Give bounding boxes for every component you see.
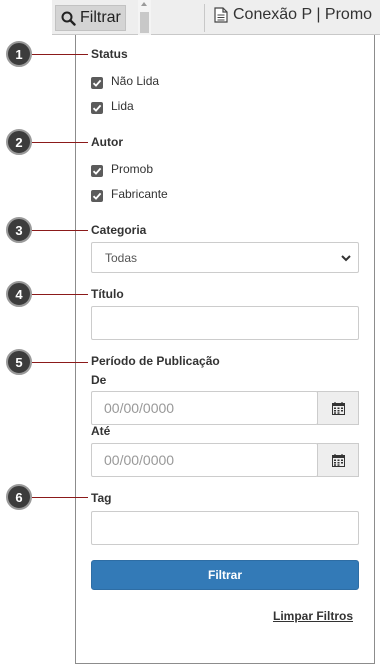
callout-6: 6 <box>6 484 32 510</box>
callout-4: 4 <box>6 281 32 307</box>
callout-5: 5 <box>6 349 32 375</box>
status-option-lida[interactable]: Lida <box>91 99 134 114</box>
checkbox-label: Não Lida <box>111 74 160 88</box>
document-icon <box>214 7 228 23</box>
scrollbar[interactable] <box>138 0 151 35</box>
callout-3: 3 <box>6 217 32 243</box>
checkbox[interactable] <box>91 165 103 177</box>
to-date-placeholder: 00/00/0000 <box>104 452 175 468</box>
checkbox-label: Promob <box>111 162 154 176</box>
callout-line <box>32 497 88 498</box>
scroll-up-arrow-icon[interactable] <box>141 2 147 6</box>
tab-divider <box>204 4 205 32</box>
top-toolbar: Filtrar Conexão P | Promo <box>52 0 380 35</box>
callout-number: 6 <box>6 484 32 510</box>
callout-number: 4 <box>6 281 32 307</box>
checkbox[interactable] <box>91 190 103 202</box>
category-label: Categoria <box>91 223 147 237</box>
checkbox-label: Lida <box>111 99 134 113</box>
author-option-fabricante[interactable]: Fabricante <box>91 187 168 202</box>
check-icon <box>92 104 102 112</box>
callout-line <box>32 294 88 295</box>
search-icon <box>61 11 76 26</box>
from-label: De <box>91 373 107 387</box>
callout-number: 3 <box>6 217 32 243</box>
filter-tab[interactable]: Filtrar <box>55 5 126 31</box>
period-label: Período de Publicação <box>91 354 220 368</box>
callout-number: 2 <box>6 129 32 155</box>
callout-line <box>32 54 88 55</box>
check-icon <box>92 79 102 87</box>
document-tab-label: Conexão P | Promo <box>233 6 373 23</box>
status-label: Status <box>91 47 128 61</box>
author-option-promob[interactable]: Promob <box>91 162 154 177</box>
callout-number: 1 <box>6 41 32 67</box>
callout-number: 5 <box>6 349 32 375</box>
check-icon <box>92 167 102 175</box>
to-date-input[interactable]: 00/00/0000 <box>91 443 318 477</box>
callout-line <box>32 142 88 143</box>
chevron-down-icon <box>341 255 351 262</box>
from-date-input[interactable]: 00/00/0000 <box>91 391 318 425</box>
filter-tab-label: Filtrar <box>80 9 121 26</box>
calendar-icon <box>331 401 345 415</box>
status-option-nao-lida[interactable]: Não Lida <box>91 74 160 89</box>
category-selected-value: Todas <box>105 250 138 265</box>
document-tab[interactable]: Conexão P | Promo <box>214 6 380 24</box>
checkbox[interactable] <box>91 102 103 114</box>
from-date-picker-button[interactable] <box>317 391 359 425</box>
to-label: Até <box>91 424 111 438</box>
title-input[interactable] <box>91 306 359 340</box>
category-select[interactable]: Todas <box>91 242 359 273</box>
filter-button[interactable]: Filtrar <box>91 560 359 590</box>
title-label: Título <box>91 287 124 301</box>
checkbox[interactable] <box>91 77 103 89</box>
tag-label: Tag <box>91 491 112 505</box>
scroll-thumb[interactable] <box>140 12 149 33</box>
from-date-placeholder: 00/00/0000 <box>104 400 175 416</box>
tag-input[interactable] <box>91 511 359 545</box>
calendar-icon <box>331 453 345 467</box>
callout-line <box>32 362 88 363</box>
to-date-picker-button[interactable] <box>317 443 359 477</box>
callout-line <box>32 230 88 231</box>
check-icon <box>92 192 102 200</box>
clear-filters-link[interactable]: Limpar Filtros <box>273 609 353 623</box>
callout-2: 2 <box>6 129 32 155</box>
checkbox-label: Fabricante <box>111 187 168 201</box>
author-label: Autor <box>91 135 123 149</box>
callout-1: 1 <box>6 41 32 67</box>
